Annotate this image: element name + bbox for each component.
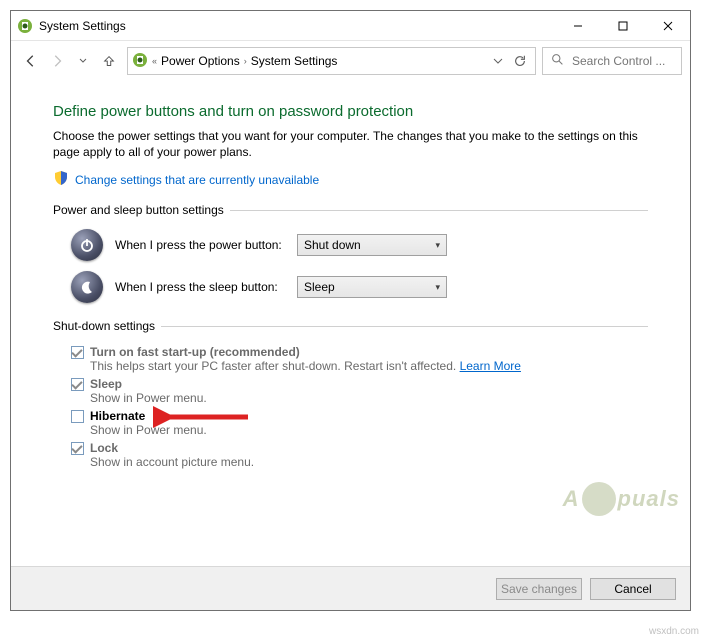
history-dropdown-button[interactable] <box>71 49 95 73</box>
sleep-button-dropdown[interactable]: Sleep ▾ <box>297 276 447 298</box>
lock-row: Lock Show in account picture menu. <box>71 441 648 469</box>
page-subtext: Choose the power settings that you want … <box>53 128 648 160</box>
address-bar[interactable]: « Power Options › System Settings <box>127 47 536 75</box>
cancel-button[interactable]: Cancel <box>590 578 676 600</box>
power-button-label: When I press the power button: <box>115 238 285 252</box>
sleep-label: Sleep <box>90 377 122 391</box>
navbar: « Power Options › System Settings <box>11 41 690 81</box>
watermark: AAppualspuals <box>563 482 680 516</box>
power-section-title: Power and sleep button settings <box>53 203 648 217</box>
chevron-down-icon: ▾ <box>435 240 440 251</box>
sleep-button-value: Sleep <box>304 280 435 294</box>
chevron-right-icon: › <box>244 56 247 66</box>
window-controls <box>555 11 690 40</box>
app-icon <box>17 18 33 34</box>
footer: Save changes Cancel <box>11 566 690 610</box>
power-button-row: When I press the power button: Shut down… <box>71 229 648 261</box>
power-button-value: Shut down <box>304 238 435 252</box>
search-input[interactable] <box>570 53 673 69</box>
sleep-icon <box>71 271 103 303</box>
hibernate-sub: Show in Power menu. <box>90 423 648 437</box>
hibernate-checkbox[interactable] <box>71 410 84 423</box>
lock-label: Lock <box>90 441 118 455</box>
fast-startup-label: Turn on fast start-up (recommended) <box>90 345 300 359</box>
back-button[interactable] <box>19 49 43 73</box>
shield-icon <box>53 170 69 189</box>
content: Define power buttons and turn on passwor… <box>11 81 690 566</box>
close-button[interactable] <box>645 11 690 40</box>
chevron-down-icon: ▾ <box>435 282 440 293</box>
up-button[interactable] <box>97 49 121 73</box>
sleep-checkbox <box>71 378 84 391</box>
refresh-button[interactable] <box>509 48 531 74</box>
fast-startup-row: Turn on fast start-up (recommended) This… <box>71 345 648 373</box>
fast-startup-checkbox <box>71 346 84 359</box>
admin-link-row: Change settings that are currently unava… <box>53 170 648 189</box>
crumb-prefix: « <box>152 56 157 66</box>
sleep-row: Sleep Show in Power menu. <box>71 377 648 405</box>
page-heading: Define power buttons and turn on passwor… <box>53 103 648 120</box>
crumb-power-options[interactable]: Power Options <box>161 54 240 68</box>
hibernate-row: Hibernate Show in Power menu. <box>71 409 648 437</box>
fast-startup-sub: This helps start your PC faster after sh… <box>90 359 456 373</box>
address-icon <box>132 52 148 71</box>
search-icon <box>551 53 564 69</box>
hibernate-label: Hibernate <box>90 409 145 423</box>
lock-sub: Show in account picture menu. <box>90 455 648 469</box>
crumb-system-settings[interactable]: System Settings <box>251 54 338 68</box>
power-button-dropdown[interactable]: Shut down ▾ <box>297 234 447 256</box>
learn-more-link[interactable]: Learn More <box>460 359 521 373</box>
sleep-button-row: When I press the sleep button: Sleep ▾ <box>71 271 648 303</box>
lock-checkbox <box>71 442 84 455</box>
forward-button[interactable] <box>45 49 69 73</box>
search-box[interactable] <box>542 47 682 75</box>
sleep-sub: Show in Power menu. <box>90 391 648 405</box>
save-button: Save changes <box>496 578 582 600</box>
maximize-button[interactable] <box>600 11 645 40</box>
window: System Settings <box>10 10 691 611</box>
admin-link[interactable]: Change settings that are currently unava… <box>75 173 319 187</box>
window-title: System Settings <box>39 19 555 33</box>
address-dropdown-button[interactable] <box>487 48 509 74</box>
power-icon <box>71 229 103 261</box>
titlebar: System Settings <box>11 11 690 41</box>
minimize-button[interactable] <box>555 11 600 40</box>
source-text: wsxdn.com <box>649 626 699 637</box>
sleep-button-label: When I press the sleep button: <box>115 280 285 294</box>
shutdown-section-title: Shut-down settings <box>53 319 648 333</box>
